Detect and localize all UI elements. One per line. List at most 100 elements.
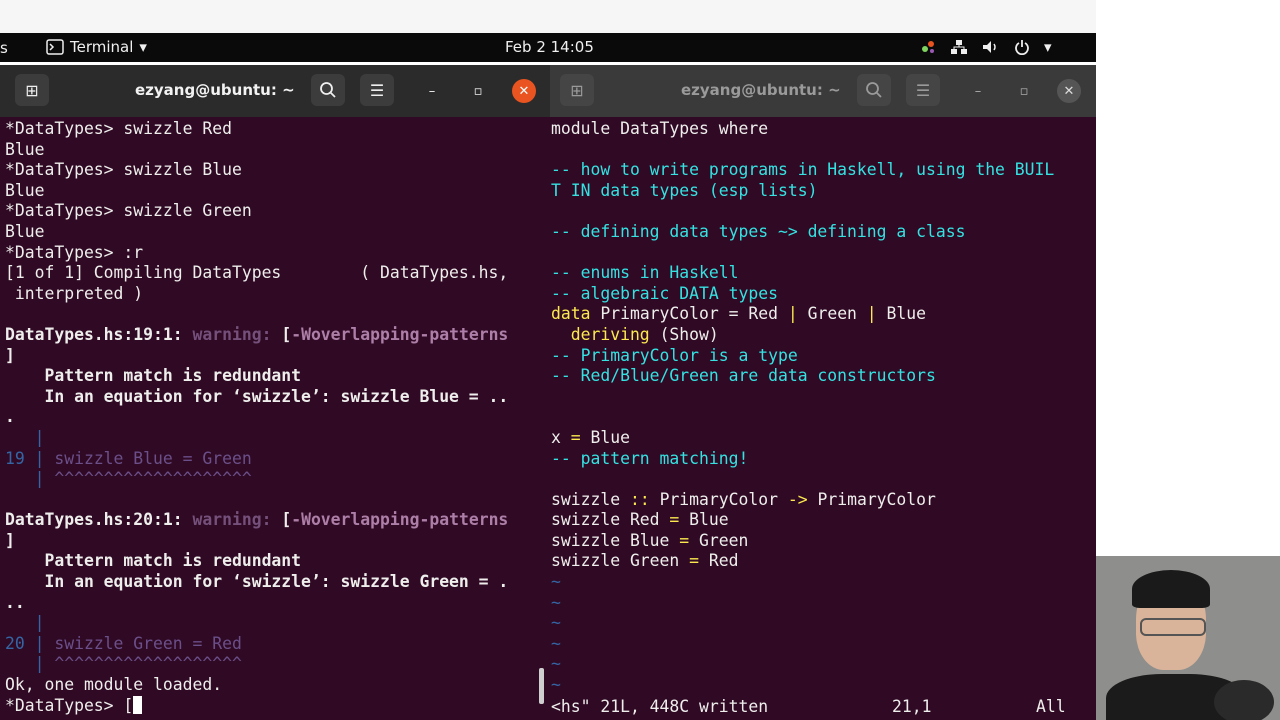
menu-button[interactable]: ☰	[906, 74, 940, 106]
background-area	[1096, 0, 1280, 556]
text-segment: [	[271, 324, 292, 344]
search-button[interactable]	[311, 74, 345, 106]
system-tray[interactable]: ▾	[920, 38, 1052, 56]
terminal-line: ]	[5, 531, 550, 552]
minimize-button[interactable]: –	[966, 79, 990, 103]
text-segment: swizzle Blue = Green	[54, 448, 252, 468]
terminal-line: Blue	[5, 181, 550, 202]
text-segment: ~	[551, 572, 561, 592]
text-segment: PrimaryColor = Red	[600, 304, 788, 324]
text-segment: |	[5, 469, 55, 489]
scrollbar[interactable]	[539, 668, 544, 704]
text-segment: ~	[551, 613, 561, 633]
terminal-line: *DataTypes> :r	[5, 243, 550, 264]
text-segment: ..	[5, 592, 25, 612]
text-segment: Ok, one module loaded.	[5, 675, 223, 695]
text-segment: deriving	[551, 324, 660, 344]
text-segment: ~	[551, 675, 561, 695]
text-segment: ]	[5, 345, 15, 365]
activities-button[interactable]: s	[0, 39, 8, 57]
hamburger-icon: ☰	[915, 80, 931, 100]
terminal-line: ~	[551, 634, 1096, 655]
terminal-line: ~	[551, 613, 1096, 634]
terminal-line: ..	[5, 593, 550, 614]
prompt-line[interactable]: *DataTypes> [	[5, 695, 550, 717]
menu-button[interactable]: ☰	[360, 74, 394, 106]
vim-buffer[interactable]: module DataTypes where -- how to write pr…	[551, 119, 1096, 720]
search-button[interactable]	[857, 74, 891, 106]
text-segment: *DataTypes> :r	[5, 242, 144, 262]
terminal-line: .	[5, 407, 550, 428]
maximize-button[interactable]: ▫	[1012, 79, 1036, 103]
terminal-line: data PrimaryColor = Red | Green | Blue	[551, 304, 1096, 325]
prompt-text: *DataTypes> [	[5, 695, 134, 715]
terminal-window-right[interactable]: ⊞ ezyang@ubuntu: ~ ☰ – ▫ ✕ module DataTy…	[550, 65, 1096, 720]
text-segment: |	[5, 427, 45, 447]
text-segment: DataTypes.hs:19:1:	[5, 324, 193, 344]
hamburger-icon: ☰	[369, 80, 385, 100]
app-indicator-icon	[922, 41, 934, 53]
terminal-line: swizzle Red = Blue	[551, 510, 1096, 531]
text-segment: -- defining data types ~> defining a cla…	[551, 221, 966, 241]
scroll-position: All	[1036, 697, 1066, 716]
terminal-line: Pattern match is redundant	[5, 551, 550, 572]
gnome-top-bar: s Terminal ▾ Feb 2 14:05 ▾	[0, 33, 1096, 62]
title-bar[interactable]: ⊞ ezyang@ubuntu: ~ ☰ – ▫ ✕	[0, 65, 550, 117]
text-segment: =	[689, 551, 700, 571]
webcam-overlay	[1096, 556, 1280, 720]
close-button[interactable]: ✕	[512, 79, 536, 103]
new-tab-button[interactable]: ⊞	[15, 74, 49, 106]
close-button[interactable]: ✕	[1057, 79, 1081, 103]
text-segment: -- Red/Blue/Green are data constructors	[551, 366, 936, 386]
text-segment: 20 |	[5, 633, 55, 653]
minimize-icon: –	[974, 83, 982, 99]
text-segment: Blue	[876, 304, 927, 324]
minimize-button[interactable]: –	[420, 79, 444, 103]
text-segment: swizzle Red	[551, 510, 670, 530]
text-segment: module DataTypes where	[551, 119, 769, 138]
text-segment: -Woverlapping-patterns	[291, 510, 509, 530]
new-tab-icon: ⊞	[25, 80, 39, 100]
terminal-line: |	[5, 613, 550, 634]
text-segment: warning:	[192, 510, 272, 530]
text-segment: ::	[629, 489, 650, 509]
terminal-line: T IN data types (esp lists)	[551, 181, 1096, 202]
new-tab-icon: ⊞	[570, 80, 584, 100]
app-menu-label: Terminal	[70, 38, 134, 56]
text-segment: |	[5, 654, 55, 674]
terminal-line: |	[5, 428, 550, 449]
terminal-window-left[interactable]: ⊞ ezyang@ubuntu: ~ ☰ – ▫ ✕ *DataTypes> s…	[0, 65, 550, 720]
text-segment: Blue	[580, 427, 630, 447]
terminal-line: In an equation for ‘swizzle’: swizzle Bl…	[5, 387, 550, 408]
app-menu[interactable]: Terminal ▾	[46, 38, 147, 56]
text-segment: -Woverlapping-patterns	[291, 324, 509, 344]
text-segment: |	[787, 304, 798, 324]
terminal-output[interactable]: *DataTypes> swizzle Red Blue *DataTypes> s…	[5, 119, 550, 720]
text-segment: -- pattern matching!	[551, 448, 749, 468]
text-segment: -- algebraic DATA types	[551, 283, 778, 303]
text-segment: -- PrimaryColor is a type	[551, 345, 798, 365]
status-message: <hs" 21L, 448C written	[551, 697, 769, 716]
title-bar[interactable]: ⊞ ezyang@ubuntu: ~ ☰ – ▫ ✕	[550, 65, 1096, 117]
text-segment: x	[551, 427, 571, 447]
text-segment: *DataTypes> swizzle Blue	[5, 160, 242, 180]
terminal-line: deriving (Show)	[551, 325, 1096, 346]
new-tab-button[interactable]: ⊞	[560, 74, 594, 106]
maximize-icon: ▫	[473, 83, 483, 99]
terminal-line: module DataTypes where	[551, 119, 1096, 140]
text-segment: T IN data types (esp lists)	[551, 180, 818, 200]
text-segment: ~	[551, 592, 561, 612]
terminal-line: *DataTypes> swizzle Green	[5, 201, 550, 222]
maximize-button[interactable]: ▫	[466, 79, 490, 103]
text-segment: swizzle Blue	[551, 530, 680, 550]
cursor-position: 21,1	[892, 697, 932, 716]
text-segment: swizzle Green = Red	[54, 633, 242, 653]
text-segment: ]	[5, 530, 15, 550]
terminal-line: swizzle :: PrimaryColor -> PrimaryColor	[551, 490, 1096, 511]
terminal-line: interpreted )	[5, 284, 550, 305]
clock[interactable]: Feb 2 14:05	[505, 38, 594, 56]
text-segment: |	[5, 613, 45, 633]
